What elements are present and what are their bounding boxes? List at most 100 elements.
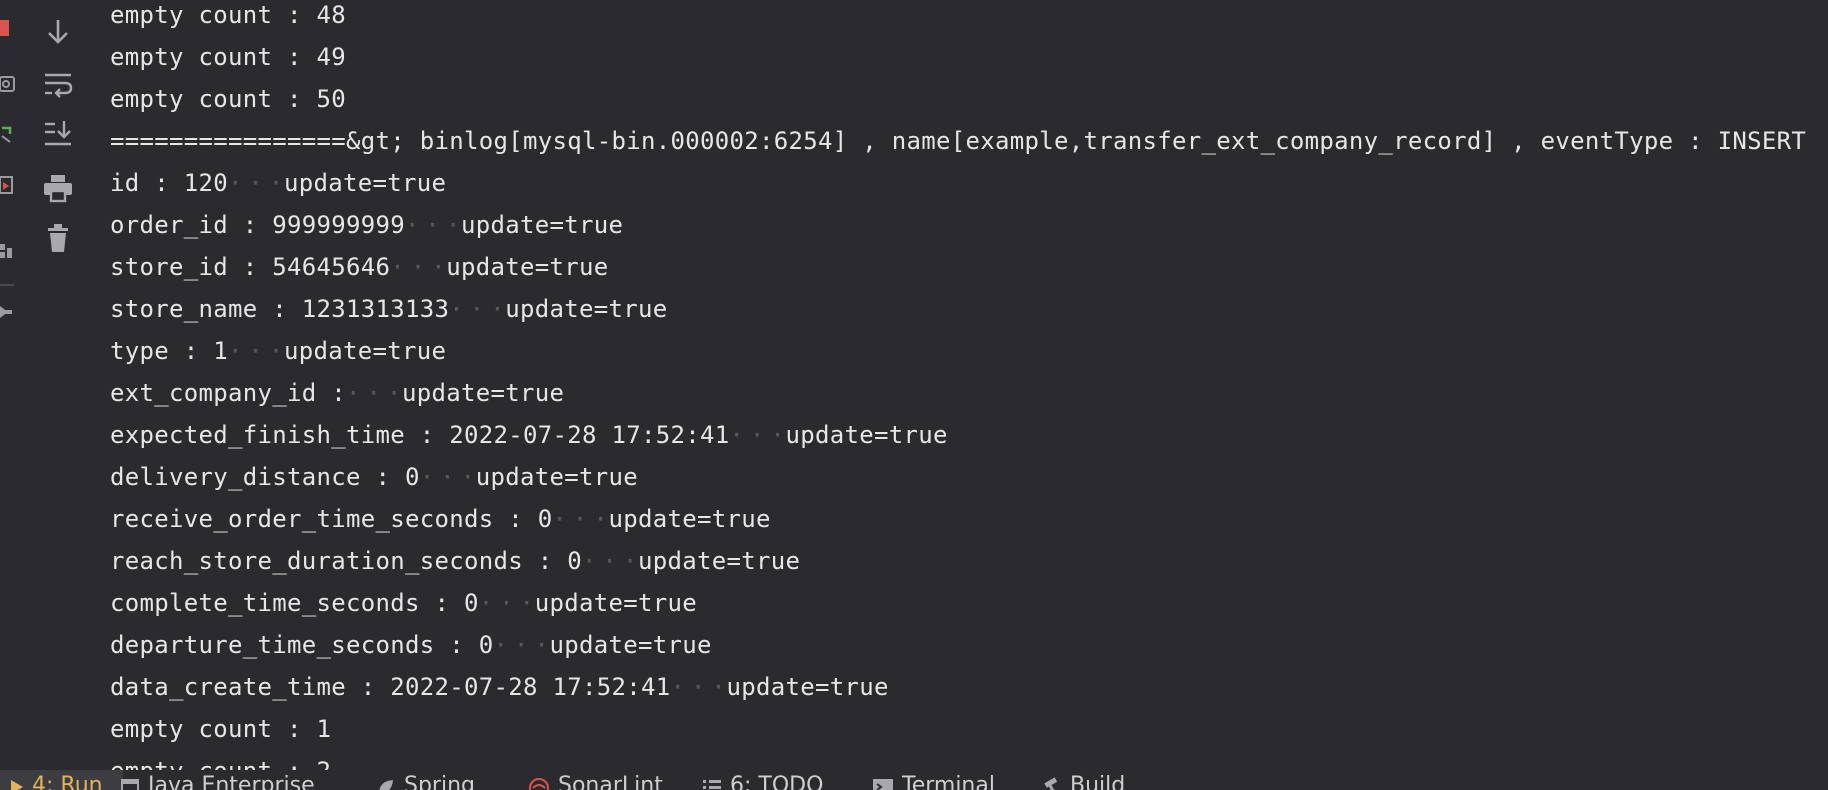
console-line-suffix: update=true bbox=[402, 379, 565, 407]
console-line-suffix: update=true bbox=[284, 169, 447, 197]
gutter-divider bbox=[0, 284, 14, 286]
console-line-text: empty count : 50 bbox=[110, 85, 346, 113]
console-line-suffix: update=true bbox=[505, 295, 668, 323]
trash-icon[interactable] bbox=[36, 218, 80, 258]
tab-whitespace-marker: ··· bbox=[228, 337, 290, 365]
run-icon bbox=[10, 777, 24, 790]
console-line: complete_time_seconds : 0···update=true bbox=[110, 588, 697, 618]
console-line: ext_company_id :···update=true bbox=[110, 378, 564, 408]
layout-icon[interactable] bbox=[0, 240, 16, 260]
console-toolbar bbox=[36, 0, 82, 770]
tab-whitespace-marker: ··· bbox=[478, 589, 541, 617]
console-line: store_id : 54645646···update=true bbox=[110, 252, 609, 282]
pin-icon[interactable] bbox=[0, 300, 16, 320]
console-line: departure_time_seconds : 0···update=true bbox=[110, 630, 712, 660]
print-icon[interactable] bbox=[36, 168, 80, 208]
console-line: id : 120···update=true bbox=[110, 168, 446, 198]
console-line: type : 1···update=true bbox=[110, 336, 446, 366]
console-line-text: empty count : 49 bbox=[110, 43, 346, 71]
console-line: store_name : 1231313133···update=true bbox=[110, 294, 667, 324]
console-line: data_create_time : 2022-07-28 17:52:41··… bbox=[110, 672, 889, 702]
console-line-text: expected_finish_time : 2022-07-28 17:52:… bbox=[110, 421, 730, 449]
console-line: empty count : 2 bbox=[110, 756, 331, 770]
console-line-text: delivery_distance : 0 bbox=[110, 463, 420, 491]
console-line: receive_order_time_seconds : 0···update=… bbox=[110, 504, 771, 534]
tab-whitespace-marker: ··· bbox=[346, 379, 408, 407]
scroll-down-arrow-icon[interactable] bbox=[36, 12, 80, 52]
console-line: delivery_distance : 0···update=true bbox=[110, 462, 638, 492]
run-gutter bbox=[0, 0, 20, 770]
tab-whitespace-marker: ··· bbox=[493, 631, 555, 659]
tool-window-bar: 4: Run Java Enterprise Spring SonarLint 6: T… bbox=[0, 770, 1828, 790]
tool-tab-label: SonarLint bbox=[558, 773, 663, 790]
console-line-suffix: update=true bbox=[785, 421, 948, 449]
tool-tab-6-todo[interactable]: 6: TODO bbox=[702, 770, 823, 790]
tool-tab-label: Spring bbox=[404, 773, 475, 790]
console-line-suffix: update=true bbox=[446, 253, 609, 281]
tab-whitespace-marker: ··· bbox=[670, 673, 732, 701]
console-line-text: id : 120 bbox=[110, 169, 228, 197]
tool-tab-spring[interactable]: Spring bbox=[376, 770, 475, 790]
tool-tab-label: Java Enterprise bbox=[148, 773, 315, 790]
console-line: empty count : 49 bbox=[110, 42, 346, 72]
console-line-suffix: update=true bbox=[726, 673, 889, 701]
tab-whitespace-marker: ··· bbox=[404, 211, 467, 239]
stop-icon[interactable] bbox=[0, 18, 16, 38]
tool-tab-sonarlint[interactable]: SonarLint bbox=[528, 770, 663, 790]
console-line-suffix: update=true bbox=[608, 505, 771, 533]
tool-tab-label: 6: TODO bbox=[730, 773, 824, 790]
tab-whitespace-marker: ··· bbox=[390, 253, 452, 281]
console-line-text: empty count : 1 bbox=[110, 715, 332, 743]
terminal-icon bbox=[872, 777, 894, 790]
exit-icon[interactable] bbox=[0, 174, 16, 194]
console-line-suffix: update=true bbox=[284, 337, 447, 365]
console-line-text: reach_store_duration_seconds : 0 bbox=[110, 547, 582, 575]
java-enterprise-icon bbox=[120, 777, 140, 790]
tab-whitespace-marker: ··· bbox=[581, 547, 644, 575]
console-line-suffix: update=true bbox=[534, 589, 697, 617]
rerun-icon[interactable] bbox=[0, 122, 16, 143]
console-line-text: type : 1 bbox=[110, 337, 228, 365]
tool-tab-terminal[interactable]: Terminal bbox=[872, 770, 995, 790]
console-line-text: ================&gt; binlog[mysql-bin.00… bbox=[110, 127, 1807, 155]
sonarlint-icon bbox=[528, 777, 550, 790]
todo-list-icon bbox=[702, 777, 722, 790]
console-line-text: receive_order_time_seconds : 0 bbox=[110, 505, 553, 533]
console-line-text: departure_time_seconds : 0 bbox=[110, 631, 494, 659]
tool-tab-java-enterprise[interactable]: Java Enterprise bbox=[120, 770, 315, 790]
console-line-text: complete_time_seconds : 0 bbox=[110, 589, 479, 617]
console-line-suffix: update=true bbox=[475, 463, 638, 491]
tool-tab-4-run[interactable]: 4: Run bbox=[0, 770, 123, 790]
tab-whitespace-marker: ··· bbox=[729, 421, 791, 449]
console-line-text: empty count : 48 bbox=[110, 1, 346, 29]
console-line-suffix: update=true bbox=[460, 211, 624, 239]
console-line-text: ext_company_id : bbox=[110, 379, 346, 407]
console-line-suffix: update=true bbox=[637, 547, 801, 575]
tool-tab-label: Build bbox=[1070, 773, 1126, 790]
console-line: empty count : 50 bbox=[110, 84, 346, 114]
soft-wrap-icon[interactable] bbox=[36, 64, 80, 104]
console-line-text: order_id : 999999999 bbox=[110, 211, 405, 239]
console-line-text: store_id : 54645646 bbox=[110, 253, 391, 281]
console-line-text: data_create_time : 2022-07-28 17:52:41 bbox=[110, 673, 671, 701]
scroll-to-end-icon[interactable] bbox=[36, 114, 80, 154]
console-line-text: empty count : 2 bbox=[110, 757, 331, 770]
console-line: empty count : 48 bbox=[110, 0, 346, 30]
camera-icon[interactable] bbox=[0, 72, 16, 92]
tab-whitespace-marker: ··· bbox=[228, 169, 290, 197]
tool-tab-label: 4: Run bbox=[32, 773, 103, 790]
console-line-suffix: update=true bbox=[549, 631, 712, 659]
console-output[interactable]: empty count : 48 empty count : 49 empty co… bbox=[110, 0, 1828, 770]
console-line: order_id : 999999999···update=true bbox=[110, 210, 623, 240]
console-line: expected_finish_time : 2022-07-28 17:52:… bbox=[110, 420, 948, 450]
tab-whitespace-marker: ··· bbox=[449, 295, 511, 323]
tab-whitespace-marker: ··· bbox=[419, 463, 482, 491]
console-line: empty count : 1 bbox=[110, 714, 331, 744]
console-line-text: store_name : 1231313133 bbox=[110, 295, 450, 323]
spring-leaf-icon bbox=[376, 777, 396, 790]
tool-tab-build[interactable]: Build bbox=[1042, 770, 1125, 790]
tab-whitespace-marker: ··· bbox=[552, 505, 614, 533]
tool-tab-label: Terminal bbox=[902, 773, 995, 790]
hammer-icon bbox=[1042, 777, 1062, 790]
console-line: ================&gt; binlog[mysql-bin.00… bbox=[110, 126, 1806, 156]
